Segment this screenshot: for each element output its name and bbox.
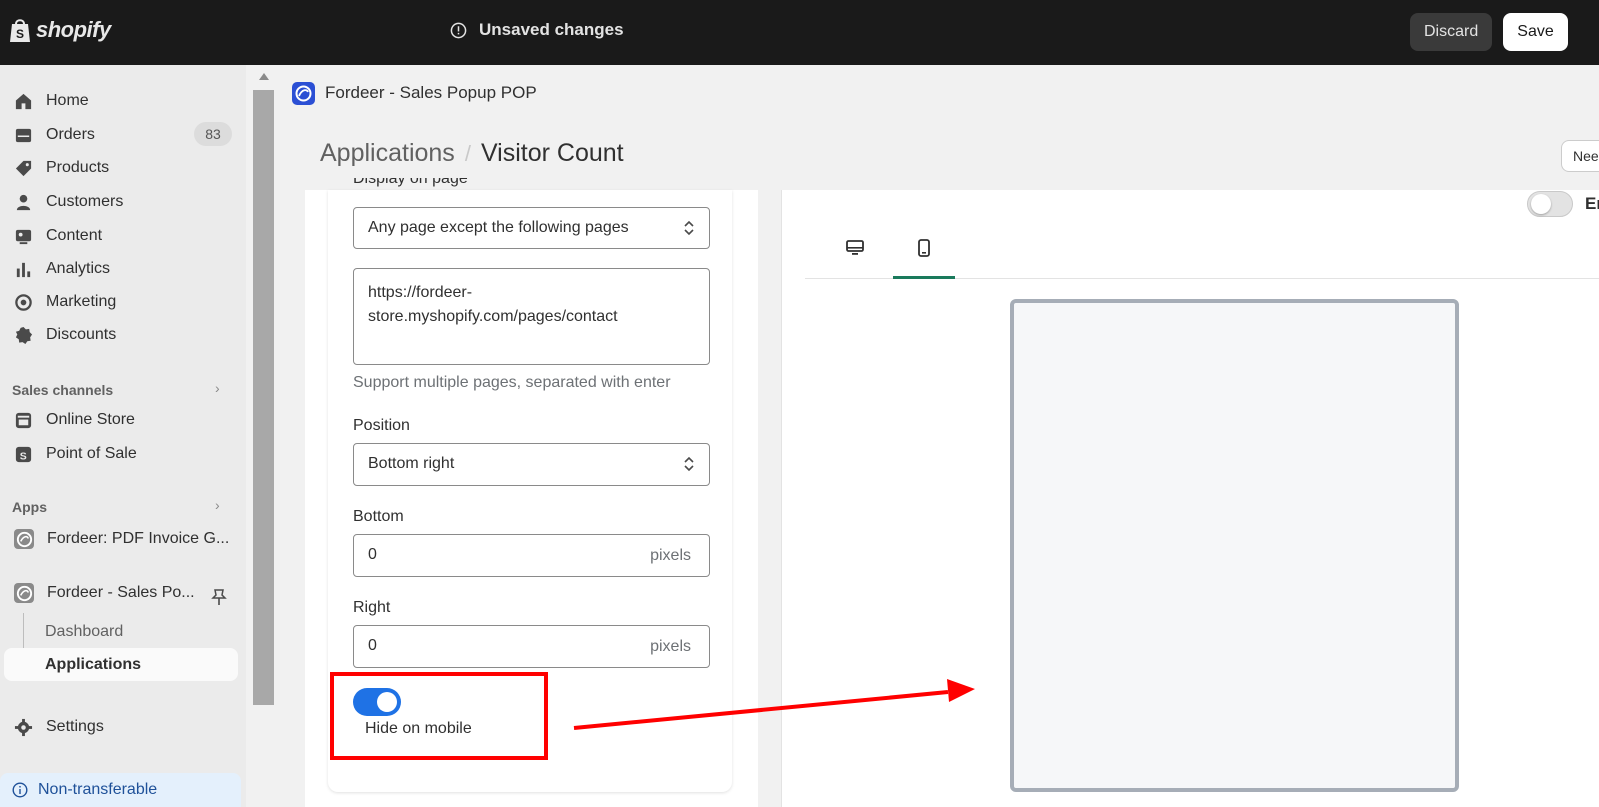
enable-toggle[interactable] (1527, 191, 1573, 217)
need-help-button[interactable]: Nee (1561, 140, 1599, 172)
target-icon (15, 293, 32, 311)
unsaved-changes-indicator: Unsaved changes (450, 20, 624, 40)
sidebar-item-label: Fordeer: PDF Invoice G... (47, 530, 230, 547)
sidebar-item-fordeer-pdf-invoice[interactable]: Fordeer: PDF Invoice G... (14, 525, 229, 553)
fordeer-app-icon (14, 583, 34, 603)
page-title: Visitor Count (480, 139, 624, 167)
shopify-bag-icon: S (10, 19, 30, 42)
sidebar-item-label: Orders (46, 126, 95, 143)
scroll-up-arrow[interactable] (259, 73, 269, 80)
sidebar-item-fordeer-sales-popup[interactable]: Fordeer - Sales Po... (14, 579, 195, 607)
pixels-suffix: pixels (650, 547, 691, 564)
right-input[interactable]: 0 pixels (353, 625, 710, 668)
mobile-icon[interactable] (914, 238, 934, 258)
mobile-preview-frame (1010, 299, 1459, 792)
sidebar-item-online-store[interactable]: Online Store (14, 406, 135, 434)
non-transferable-banner[interactable]: Non-transferable (0, 773, 241, 807)
sidebar-item-label: Marketing (46, 293, 117, 310)
select-arrows-icon (684, 220, 694, 236)
info-icon (12, 782, 28, 798)
person-icon (16, 194, 31, 210)
sales-channels-title[interactable]: Sales channels (12, 382, 113, 398)
sidebar-item-marketing[interactable]: Marketing (14, 288, 116, 316)
breadcrumb: Applications / Visitor Count (320, 139, 624, 168)
pages-help-text: Support multiple pages, separated with e… (353, 374, 671, 391)
home-icon (15, 93, 32, 109)
bottom-input[interactable]: 0 pixels (353, 534, 710, 577)
position-label: Position (353, 417, 410, 434)
chevron-right-icon[interactable]: › (215, 497, 220, 513)
enable-label: En (1585, 194, 1599, 213)
top-bar: S shopify Unsaved changes Discard Save (0, 0, 1599, 65)
svg-text:S: S (16, 27, 24, 41)
shopify-logo[interactable]: S shopify (8, 16, 111, 44)
sidebar-item-label: Discounts (46, 326, 117, 343)
sidebar-item-label: Content (46, 227, 103, 244)
logo-text: shopify (36, 17, 111, 42)
sidebar-item-label: Online Store (46, 411, 135, 428)
orders-count-badge: 83 (194, 122, 232, 146)
display-on-page-label: Display on page (353, 178, 468, 187)
fordeer-app-icon (14, 529, 34, 549)
desktop-icon[interactable] (845, 238, 865, 258)
sidebar-item-label: Products (46, 159, 110, 176)
pixels-suffix: pixels (650, 638, 691, 655)
sidebar-item-label: Fordeer - Sales Po... (47, 584, 195, 601)
apps-title[interactable]: Apps (12, 499, 47, 515)
sidebar-item-products[interactable]: Products (14, 154, 109, 182)
discard-button[interactable]: Discard (1410, 13, 1493, 51)
chevron-right-icon[interactable]: › (215, 380, 220, 396)
sidebar-item-label: Point of Sale (46, 445, 137, 462)
alert-circle-icon (450, 22, 467, 38)
tag-icon (15, 160, 32, 176)
store-icon (15, 412, 32, 428)
sidebar-item-settings[interactable]: Settings (14, 713, 104, 741)
pages-textarea[interactable]: https://fordeer- store.myshopify.com/pag… (353, 268, 710, 365)
non-transferable-text: Non-transferable (38, 781, 158, 798)
display-on-page-select[interactable]: Any page except the following pages (353, 207, 710, 249)
sidebar-item-label: Customers (46, 193, 124, 210)
bar-chart-icon (16, 262, 31, 277)
save-button[interactable]: Save (1503, 13, 1568, 51)
scrollbar-thumb[interactable] (253, 90, 274, 705)
toggle-knob (1531, 194, 1551, 214)
orders-icon (15, 128, 32, 142)
sidebar-item-customers[interactable]: Customers (14, 188, 123, 216)
bottom-label: Bottom (353, 508, 404, 525)
pos-icon: S (15, 446, 32, 462)
pin-icon[interactable] (211, 588, 227, 606)
select-arrows-icon (684, 456, 694, 472)
svg-text:S: S (20, 451, 27, 462)
sidebar-item-label: Analytics (46, 260, 111, 277)
sidebar-item-analytics[interactable]: Analytics (14, 255, 110, 283)
sidebar-item-orders[interactable]: Orders (14, 121, 95, 149)
right-label: Right (353, 599, 391, 616)
content-icon (15, 229, 32, 244)
gear-icon (14, 718, 33, 736)
breadcrumb-separator: / (464, 140, 471, 166)
sidebar-item-point-of-sale[interactable]: S Point of Sale (14, 440, 137, 468)
sidebar-subitem-dashboard[interactable]: Dashboard (45, 623, 123, 641)
unsaved-changes-text: Unsaved changes (479, 20, 624, 39)
sidebar-item-content[interactable]: Content (14, 222, 102, 250)
position-select[interactable]: Bottom right (353, 443, 710, 486)
sidebar-item-label: Home (46, 92, 89, 109)
breadcrumb-applications[interactable]: Applications (320, 139, 455, 168)
annotation-highlight-box (330, 672, 548, 760)
active-tab-indicator (893, 276, 955, 279)
sidebar-item-label: Settings (46, 718, 104, 735)
discount-icon (15, 326, 33, 344)
fordeer-app-logo (292, 82, 315, 105)
sidebar-item-discounts[interactable]: Discounts (14, 321, 116, 349)
app-name: Fordeer - Sales Popup POP (325, 83, 537, 102)
sidebar-item-home[interactable]: Home (14, 87, 89, 115)
sidebar-subitem-applications[interactable]: Applications (45, 656, 141, 674)
